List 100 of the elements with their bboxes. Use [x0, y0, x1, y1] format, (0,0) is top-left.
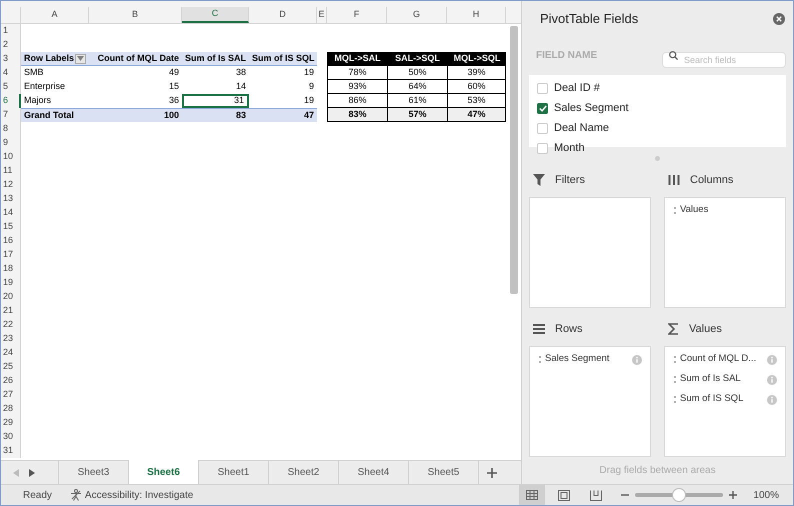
column-header[interactable]: A: [21, 7, 89, 23]
drag-handle-icon: [674, 207, 676, 214]
table-cell-text: 86%: [347, 94, 368, 107]
column-header[interactable]: F: [327, 7, 387, 23]
sheet-tab[interactable]: Sheet6: [128, 460, 198, 484]
table-cell-text: 93%: [347, 80, 368, 93]
info-icon[interactable]: [767, 394, 777, 404]
row-number[interactable]: 7: [1, 108, 21, 122]
checkbox[interactable]: [537, 82, 548, 94]
vertical-scrollbar[interactable]: [510, 26, 518, 294]
filter-dropdown-icon[interactable]: [75, 54, 86, 64]
column-header[interactable]: D: [249, 7, 317, 23]
row-number[interactable]: 2: [1, 38, 21, 52]
row-number[interactable]: 6: [1, 94, 21, 108]
table-cell-text: 19: [304, 94, 314, 108]
column-header[interactable]: H: [447, 7, 506, 23]
accessibility-icon: [70, 489, 82, 501]
field-chip[interactable]: Count of MQL D...: [665, 352, 785, 367]
zoom-percentage: 100%: [753, 488, 779, 502]
area-label: Columns: [690, 172, 734, 188]
row-number[interactable]: 10: [1, 150, 21, 164]
field-item[interactable]: Month: [537, 138, 786, 158]
columns-icon: [668, 175, 680, 185]
row-number[interactable]: 27: [1, 388, 21, 402]
row-number[interactable]: 30: [1, 430, 21, 444]
row-number[interactable]: 12: [1, 178, 21, 192]
search-field[interactable]: Search fields: [662, 52, 786, 68]
row-number[interactable]: 14: [1, 206, 21, 220]
field-chip[interactable]: Sum of IS SQL: [665, 392, 785, 407]
row-number[interactable]: 16: [1, 234, 21, 248]
row-number[interactable]: 25: [1, 360, 21, 374]
table-cell-text: 9: [308, 80, 314, 94]
row-number[interactable]: 3: [1, 52, 21, 66]
row-number[interactable]: 18: [1, 262, 21, 276]
table-cell-text: SMB: [24, 66, 45, 80]
checkbox[interactable]: [537, 142, 548, 154]
table-cell-text: 14: [236, 80, 246, 94]
row-number[interactable]: 31: [1, 444, 21, 458]
row-number[interactable]: 17: [1, 248, 21, 262]
filter-icon: [533, 174, 545, 186]
field-chip[interactable]: Sales Segment: [530, 352, 650, 367]
row-number[interactable]: 11: [1, 164, 21, 178]
info-icon[interactable]: [632, 354, 642, 364]
field-chip[interactable]: Values: [665, 203, 785, 218]
field-item[interactable]: Deal Name: [537, 118, 786, 138]
row-number[interactable]: 5: [1, 80, 21, 94]
drag-handle-icon: [539, 356, 541, 363]
column-header-cell-text: Sum of IS SQL: [252, 52, 314, 65]
row-number[interactable]: 8: [1, 122, 21, 136]
table-cell-text: 47: [302, 108, 314, 122]
row-number[interactable]: 21: [1, 304, 21, 318]
row-number[interactable]: 4: [1, 66, 21, 80]
field-item[interactable]: Sales Segment: [537, 98, 786, 118]
splitter-handle[interactable]: [655, 156, 660, 160]
row-number[interactable]: 19: [1, 276, 21, 290]
row-number[interactable]: 26: [1, 374, 21, 388]
search-icon: [669, 51, 678, 60]
row-number[interactable]: 20: [1, 290, 21, 304]
area-label: Rows: [555, 322, 583, 337]
sigma-icon: [668, 323, 679, 335]
drop-area[interactable]: Count of MQL D... Sum of Is SAL Sum of IS SQL: [664, 346, 786, 457]
column-header[interactable]: E: [317, 7, 327, 23]
info-icon[interactable]: [767, 354, 777, 364]
table-cell-text: Enterprise: [24, 80, 66, 94]
hint-text: Drag fields between areas: [599, 464, 716, 478]
field-item[interactable]: Deal ID #: [537, 78, 786, 98]
scroll-left-icon[interactable]: [13, 468, 19, 476]
table-cell-text: 19: [304, 66, 314, 80]
row-number[interactable]: 29: [1, 416, 21, 430]
row-number[interactable]: 23: [1, 332, 21, 346]
zoom-in-icon[interactable]: [729, 491, 738, 499]
table-cell-text: 83: [234, 108, 246, 122]
info-icon[interactable]: [767, 374, 777, 384]
field-chip[interactable]: Sum of Is SAL: [665, 372, 785, 387]
row-number[interactable]: 24: [1, 346, 21, 360]
checkbox[interactable]: [537, 122, 548, 134]
row-number[interactable]: 1: [1, 24, 21, 38]
drag-handle-icon: [674, 376, 676, 383]
row-number[interactable]: 28: [1, 402, 21, 416]
view-button[interactable]: [519, 485, 546, 505]
row-labels-header: Row Labels: [24, 52, 74, 65]
selected-cell[interactable]: 31: [182, 94, 249, 108]
area-label: Values: [689, 322, 722, 337]
status-text: Ready: [23, 488, 52, 502]
column-header[interactable]: G: [387, 7, 447, 23]
slider-thumb[interactable]: [672, 488, 686, 502]
drop-area[interactable]: [529, 197, 651, 308]
drop-area[interactable]: Values: [664, 197, 786, 308]
drop-area[interactable]: Sales Segment: [529, 346, 651, 457]
close-icon[interactable]: [773, 13, 785, 25]
grand-total-label: Grand Total: [24, 108, 75, 122]
row-number[interactable]: 15: [1, 220, 21, 234]
row-number[interactable]: 13: [1, 192, 21, 206]
column-header[interactable]: C: [182, 7, 249, 23]
scroll-right-icon[interactable]: [29, 468, 35, 476]
accessibility-button[interactable]: Accessibility: Investigate: [70, 488, 194, 502]
column-header-cell-text: MQL->SQL: [452, 52, 502, 66]
row-number[interactable]: 22: [1, 318, 21, 332]
checkbox[interactable]: [537, 102, 548, 114]
row-number[interactable]: 9: [1, 136, 21, 150]
